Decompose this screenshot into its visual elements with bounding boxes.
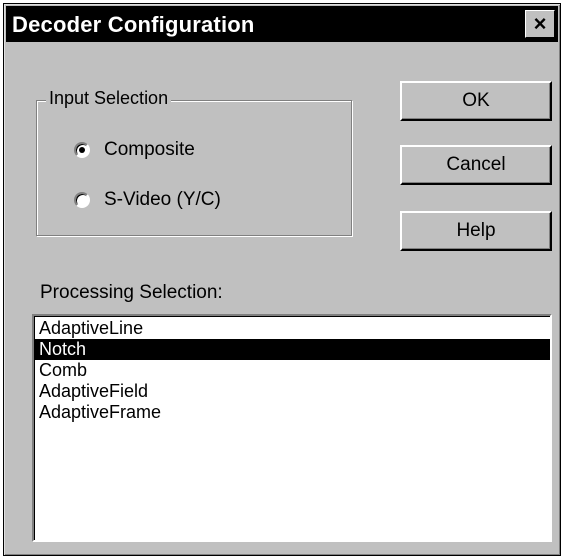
- radio-s-video[interactable]: S-Video (Y/C): [74, 187, 221, 213]
- help-button[interactable]: Help: [400, 211, 552, 251]
- list-item-adaptive-field[interactable]: AdaptiveField: [34, 381, 550, 402]
- title-bar: Decoder Configuration ×: [6, 6, 558, 42]
- radio-s-video-label[interactable]: S-Video (Y/C): [104, 189, 221, 211]
- list-item-adaptive-frame[interactable]: AdaptiveFrame: [34, 402, 550, 423]
- list-item-adaptive-line[interactable]: AdaptiveLine: [34, 318, 550, 339]
- list-item-comb[interactable]: Comb: [34, 360, 550, 381]
- close-button[interactable]: ×: [525, 10, 555, 38]
- list-item-notch[interactable]: Notch: [34, 339, 550, 360]
- radio-composite-label[interactable]: Composite: [104, 139, 195, 161]
- close-icon: ×: [533, 11, 547, 36]
- ok-button[interactable]: OK: [400, 81, 552, 121]
- input-selection-legend: Input Selection: [46, 88, 172, 109]
- input-selection-group: [36, 100, 352, 236]
- radio-composite[interactable]: Composite: [74, 137, 195, 163]
- processing-selection-label: Processing Selection:: [40, 282, 223, 303]
- window-title: Decoder Configuration: [12, 12, 255, 37]
- radio-composite-indicator[interactable]: [74, 142, 90, 158]
- radio-s-video-indicator[interactable]: [74, 192, 90, 208]
- processing-listbox[interactable]: AdaptiveLine Notch Comb AdaptiveField Ad…: [32, 314, 552, 542]
- cancel-button[interactable]: Cancel: [400, 145, 552, 185]
